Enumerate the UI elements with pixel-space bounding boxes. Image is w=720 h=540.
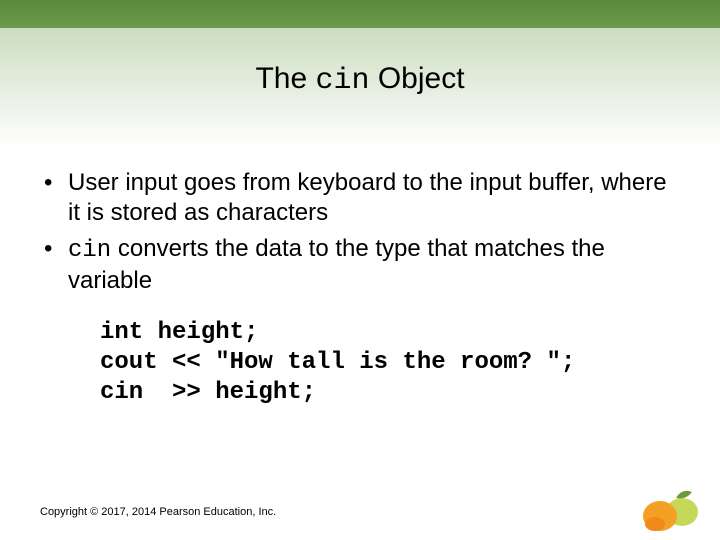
slide-title: The cin Object: [0, 62, 720, 98]
bullet-code-span: cin: [68, 237, 111, 264]
content-area: User input goes from keyboard to the inp…: [40, 168, 680, 408]
bullet-list: User input goes from keyboard to the inp…: [40, 168, 680, 296]
bullet-text-span: User input goes from keyboard to the inp…: [68, 169, 667, 226]
top-color-band: [0, 0, 720, 28]
title-pre: The: [255, 62, 315, 95]
title-post: Object: [370, 62, 465, 95]
copyright-text: Copyright © 2017, 2014 Pearson Education…: [40, 506, 276, 518]
page-number: 3-5: [651, 503, 670, 518]
footer: Copyright © 2017, 2014 Pearson Education…: [40, 503, 680, 518]
bullet-item: User input goes from keyboard to the inp…: [40, 168, 680, 228]
title-code: cin: [315, 64, 369, 98]
code-block: int height; cout << "How tall is the roo…: [100, 318, 680, 408]
bullet-item: cin converts the data to the type that m…: [40, 234, 680, 296]
bullet-text-span: converts the data to the type that match…: [68, 235, 605, 294]
